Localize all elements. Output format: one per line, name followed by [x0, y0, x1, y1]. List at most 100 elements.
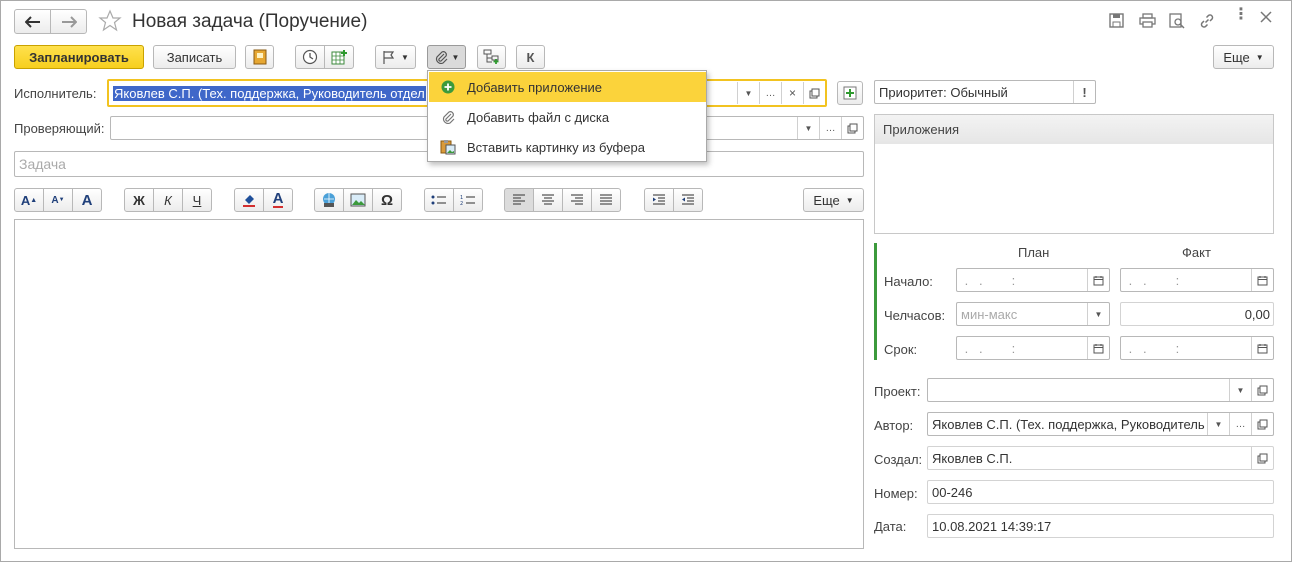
executor-dropdown-button[interactable]: ▼	[737, 82, 759, 104]
menu-item-add-file[interactable]: Добавить файл с диска	[429, 102, 706, 132]
align-center-button[interactable]	[533, 188, 563, 212]
clear-icon: ×	[788, 86, 796, 100]
indent-increase-icon	[653, 194, 665, 205]
align-justify-button[interactable]	[591, 188, 621, 212]
italic-button[interactable]: К	[153, 188, 183, 212]
numbered-list-icon: 12	[460, 195, 475, 206]
background-color-button[interactable]	[234, 188, 264, 212]
attach-dropdown-button[interactable]: ▼	[427, 45, 466, 69]
fact-deadline-calendar-button[interactable]	[1251, 337, 1273, 359]
fact-hours-value: 0,00	[1244, 306, 1270, 322]
add-executor-button[interactable]	[837, 81, 863, 105]
created-field: Яковлев С.П.	[927, 446, 1274, 470]
executor-open-button[interactable]	[803, 82, 825, 104]
k-button[interactable]: К	[516, 45, 545, 69]
align-group	[504, 188, 621, 212]
format-more-button[interactable]: Еще ▼	[803, 188, 864, 212]
chevron-down-icon: ▼	[804, 123, 813, 133]
add-subtask-button[interactable]	[324, 45, 354, 69]
author-field[interactable]: Яковлев С.П. (Тех. поддержка, Руководите…	[927, 412, 1274, 436]
clock-button[interactable]	[295, 45, 325, 69]
flag-dropdown-button[interactable]: ▼	[375, 45, 416, 69]
increase-font-button[interactable]: A ▲	[14, 188, 44, 212]
created-open-button[interactable]	[1251, 447, 1273, 469]
more-button[interactable]: Еще ▼	[1213, 45, 1274, 69]
align-left-button[interactable]	[504, 188, 534, 212]
author-value: Яковлев С.П. (Тех. поддержка, Руководите…	[932, 416, 1205, 432]
reviewer-open-button[interactable]	[841, 117, 863, 139]
menu-item-add-attachment[interactable]: Добавить приложение	[429, 72, 706, 102]
plan-deadline-field[interactable]: . . :	[956, 336, 1110, 360]
executor-clear-button[interactable]: ×	[781, 82, 803, 104]
insert-image-button[interactable]	[343, 188, 373, 212]
date-value: 10.08.2021 14:39:17	[932, 518, 1052, 534]
arrow-right-icon	[61, 15, 77, 28]
favorite-star-icon[interactable]	[98, 9, 122, 36]
chevron-down-icon: ▼	[1214, 419, 1223, 429]
align-left-icon	[513, 194, 525, 205]
font-button[interactable]: A	[72, 188, 102, 212]
bullet-list-button[interactable]	[424, 188, 454, 212]
number-field: 00-246	[927, 480, 1274, 504]
number-label: Номер:	[874, 486, 918, 501]
more-vertical-icon[interactable]: ⋮	[1233, 7, 1249, 23]
journal-button[interactable]	[245, 45, 274, 69]
project-dropdown-button[interactable]: ▼	[1229, 379, 1251, 401]
reviewer-dropdown-button[interactable]: ▼	[797, 117, 819, 139]
text-color-button[interactable]: A	[263, 188, 293, 212]
author-open-button[interactable]	[1251, 413, 1273, 435]
indent-increase-button[interactable]	[644, 188, 674, 212]
insert-link-button[interactable]	[314, 188, 344, 212]
preview-icon[interactable]	[1169, 13, 1185, 32]
save-disk-icon[interactable]	[1109, 13, 1124, 31]
attachments-list[interactable]	[874, 144, 1274, 234]
numbered-list-button[interactable]: 12	[453, 188, 483, 212]
priority-field[interactable]: Приоритет: Обычный !	[874, 80, 1096, 104]
align-right-button[interactable]	[562, 188, 592, 212]
indent-decrease-button[interactable]	[673, 188, 703, 212]
bold-button[interactable]: Ж	[124, 188, 154, 212]
open-window-icon	[1257, 385, 1268, 395]
link-icon[interactable]	[1199, 13, 1215, 32]
plan-start-field[interactable]: . . :	[956, 268, 1110, 292]
fact-start-calendar-button[interactable]	[1251, 269, 1273, 291]
print-icon[interactable]	[1139, 13, 1156, 31]
plan-button[interactable]: Запланировать	[14, 45, 144, 69]
priority-value: Приоритет: Обычный	[879, 84, 1008, 100]
underline-button[interactable]: Ч	[182, 188, 212, 212]
fact-header: Факт	[1182, 245, 1211, 260]
close-icon[interactable]	[1260, 11, 1272, 26]
window-title: Новая задача (Поручение)	[132, 11, 368, 32]
author-dropdown-button[interactable]: ▼	[1207, 413, 1229, 435]
project-field[interactable]: ▼	[927, 378, 1274, 402]
task-description-editor[interactable]	[14, 219, 864, 549]
menu-item-label: Добавить приложение	[467, 79, 603, 95]
insert-symbol-button[interactable]: Ω	[372, 188, 402, 212]
chevron-down-icon: ▼	[1255, 52, 1264, 62]
open-window-icon	[1257, 419, 1268, 429]
plan-deadline-value: . . :	[961, 340, 1016, 356]
back-button[interactable]	[14, 9, 51, 34]
menu-item-paste-image[interactable]: Вставить картинку из буфера	[429, 132, 706, 162]
fact-start-field[interactable]: . . :	[1120, 268, 1274, 292]
project-open-button[interactable]	[1251, 379, 1273, 401]
plan-start-calendar-button[interactable]	[1087, 269, 1109, 291]
executor-select-button[interactable]: …	[759, 82, 781, 104]
priority-importance-button[interactable]: !	[1073, 81, 1095, 103]
plan-deadline-calendar-button[interactable]	[1087, 337, 1109, 359]
forward-button[interactable]	[50, 9, 87, 34]
plan-hours-placeholder: мин-макс	[961, 306, 1018, 322]
deadline-label: Срок:	[884, 342, 918, 357]
save-button[interactable]: Записать	[153, 45, 236, 69]
calendar-icon	[1257, 275, 1268, 285]
executor-value: Яковлев С.П. (Тех. поддержка, Руководите…	[113, 85, 426, 101]
plan-hours-dropdown-button[interactable]: ▼	[1087, 303, 1109, 325]
hierarchy-button[interactable]	[477, 45, 506, 69]
journal-icon	[253, 49, 266, 65]
reviewer-select-button[interactable]: …	[819, 117, 841, 139]
fact-deadline-field[interactable]: . . :	[1120, 336, 1274, 360]
plan-hours-field[interactable]: мин-макс ▼	[956, 302, 1110, 326]
time-group	[295, 45, 354, 69]
decrease-font-button[interactable]: A ▼	[43, 188, 73, 212]
author-select-button[interactable]: …	[1229, 413, 1251, 435]
